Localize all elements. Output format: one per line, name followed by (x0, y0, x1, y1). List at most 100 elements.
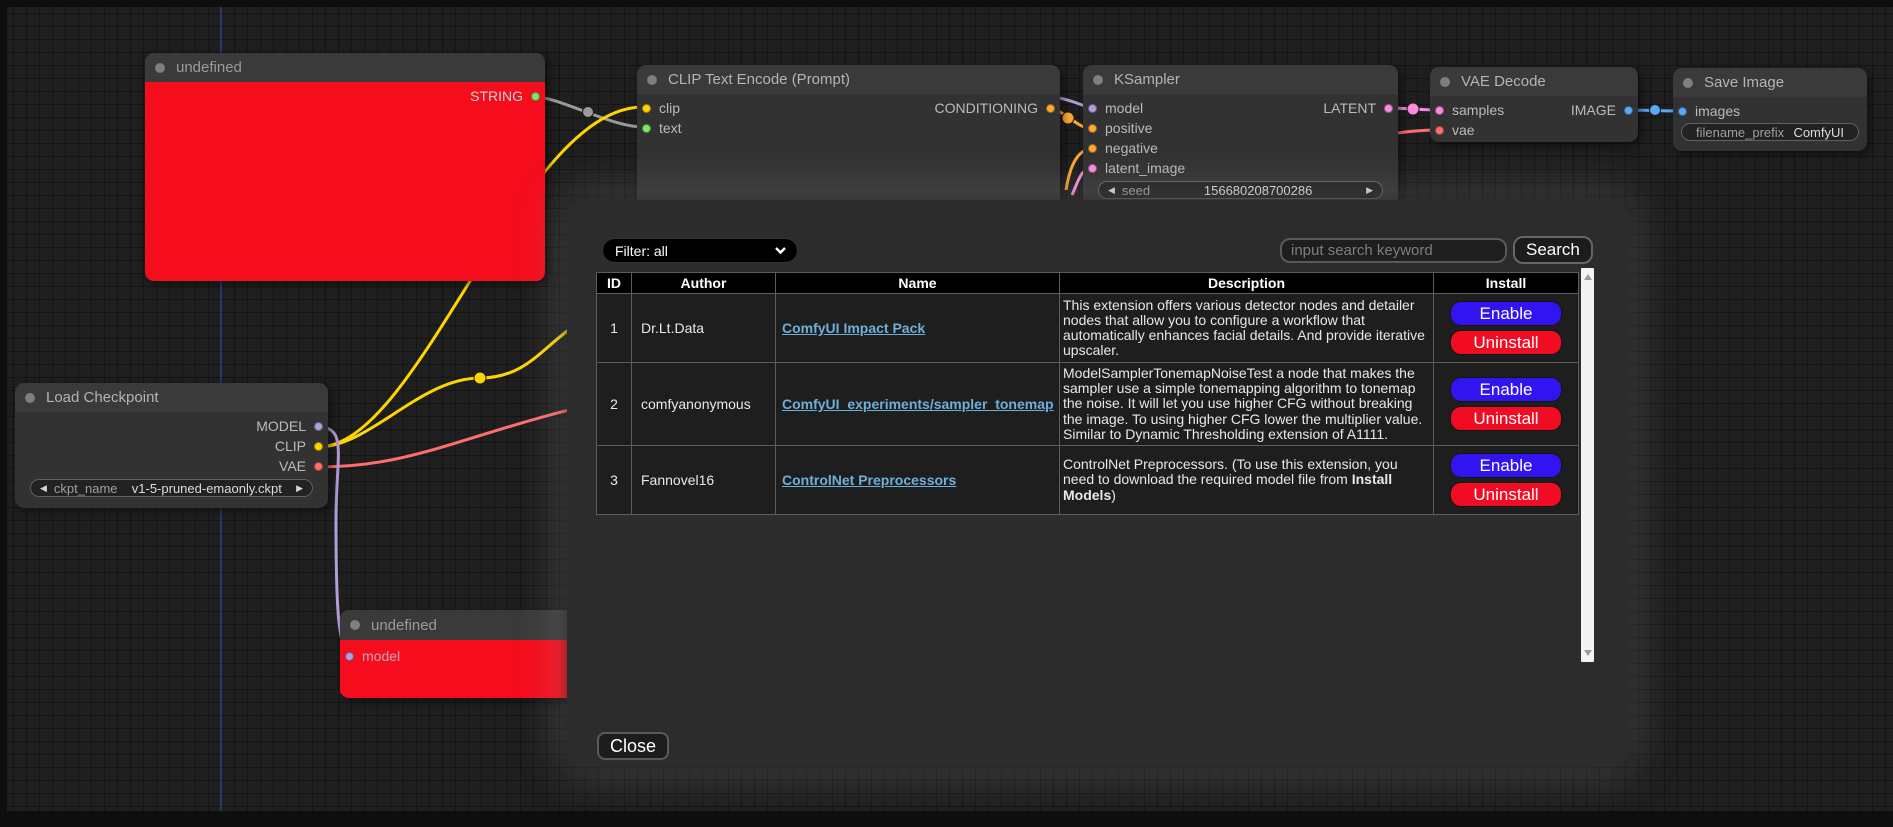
slot-label: negative (1105, 140, 1158, 156)
uninstall-button[interactable]: Uninstall (1450, 330, 1562, 355)
description-text: ModelSamplerTonemapNoiseTest a node that… (1063, 365, 1422, 442)
node-body: images filename_prefix ComfyUI (1673, 97, 1867, 151)
node-title: undefined (371, 617, 437, 634)
scroll-down-icon[interactable] (1584, 650, 1592, 656)
cell-description: ModelSamplerTonemapNoiseTest a node that… (1060, 363, 1434, 446)
node-undefined-top[interactable]: undefined STRING (145, 53, 545, 281)
cell-description: ControlNet Preprocessors. (To use this e… (1060, 446, 1434, 515)
column-header-id: ID (597, 273, 632, 294)
extension-link[interactable]: ControlNet Preprocessors (782, 472, 956, 488)
cell-author: Fannovel16 (632, 446, 776, 515)
decrement-arrow-icon[interactable]: ◀ (1108, 186, 1115, 195)
extensions-table-body: 1Dr.Lt.DataComfyUI Impact PackThis exten… (597, 294, 1579, 515)
collapse-dot-icon[interactable] (155, 63, 165, 73)
text-port-icon (642, 124, 651, 133)
table-row: 1Dr.Lt.DataComfyUI Impact PackThis exten… (597, 294, 1579, 363)
cell-id: 1 (597, 294, 632, 363)
filter-select[interactable]: Filter: all (602, 238, 798, 263)
custom-nodes-manager-dialog: Filter: all Search IDAuthorNameDescripti… (567, 200, 1628, 767)
ckpt-name-widget[interactable]: ◀ ckpt_name v1-5-pruned-emaonly.ckpt ▶ (30, 479, 313, 497)
cell-install: Enable Uninstall (1434, 446, 1579, 515)
collapse-dot-icon[interactable] (647, 75, 657, 85)
extension-link[interactable]: ComfyUI Impact Pack (782, 320, 925, 336)
column-header-name: Name (776, 273, 1060, 294)
table-scrollbar[interactable] (1581, 268, 1594, 662)
input-slot-model[interactable]: model (340, 646, 400, 666)
cell-description: This extension offers various detector n… (1060, 294, 1434, 363)
output-slot-model[interactable]: MODEL (256, 416, 328, 436)
output-slot-image[interactable]: IMAGE (1571, 100, 1638, 120)
collapse-dot-icon[interactable] (25, 393, 35, 403)
node-body: model (340, 640, 600, 698)
input-slot-negative[interactable]: negative (1083, 138, 1158, 158)
cell-name: ComfyUI Impact Pack (776, 294, 1060, 363)
node-vae-decode[interactable]: VAE Decode samples IMAGE vae (1430, 67, 1638, 142)
slot-label: clip (659, 100, 680, 116)
output-slot-conditioning[interactable]: CONDITIONING (935, 98, 1060, 118)
image-port-icon (1678, 107, 1687, 116)
input-slot-images[interactable]: images (1673, 101, 1740, 121)
input-slot-samples[interactable]: samples (1430, 100, 1504, 120)
comfyui-canvas[interactable]: undefined STRING CLIP Text Encode (Promp… (0, 0, 1893, 827)
collapse-dot-icon[interactable] (1683, 78, 1693, 88)
scroll-up-icon[interactable] (1584, 274, 1592, 280)
uninstall-button[interactable]: Uninstall (1450, 406, 1562, 431)
input-slot-vae[interactable]: vae (1430, 120, 1475, 140)
cell-name: ComfyUI_experiments/sampler_tonemap (776, 363, 1060, 446)
uninstall-button[interactable]: Uninstall (1450, 482, 1562, 507)
node-header: Save Image (1673, 68, 1867, 97)
increment-arrow-icon[interactable]: ▶ (296, 484, 303, 493)
output-slot-clip[interactable]: CLIP (275, 436, 328, 456)
cell-id: 3 (597, 446, 632, 515)
canvas-edge (0, 811, 1893, 827)
reroute-dot-blue[interactable] (1650, 105, 1661, 116)
seed-widget[interactable]: ◀ seed 156680208700286 ▶ (1098, 181, 1383, 199)
increment-arrow-icon[interactable]: ▶ (1366, 186, 1373, 195)
node-title: undefined (176, 59, 242, 76)
node-body: STRING (145, 82, 545, 281)
node-header: undefined (145, 53, 545, 82)
reroute-dot-orange[interactable] (1062, 112, 1074, 124)
input-slot-positive[interactable]: positive (1083, 118, 1152, 138)
input-slot-text[interactable]: text (637, 118, 682, 138)
latent-port-icon (1435, 106, 1444, 115)
widget-label: ckpt_name (54, 481, 118, 496)
widget-value: v1-5-pruned-emaonly.ckpt (118, 481, 297, 496)
collapse-dot-icon[interactable] (1440, 77, 1450, 87)
node-load-checkpoint[interactable]: Load Checkpoint MODEL CLIP VAE ◀ ckpt_na… (15, 383, 328, 508)
output-slot-latent[interactable]: LATENT (1323, 98, 1398, 118)
node-save-image[interactable]: Save Image images filename_prefix ComfyU… (1673, 68, 1867, 151)
collapse-dot-icon[interactable] (350, 620, 360, 630)
decrement-arrow-icon[interactable]: ◀ (40, 484, 47, 493)
description-text: ) (1111, 487, 1116, 503)
vae-port-icon (314, 462, 323, 471)
enable-button[interactable]: Enable (1450, 377, 1562, 402)
cell-author: comfyanonymous (632, 363, 776, 446)
enable-button[interactable]: Enable (1450, 301, 1562, 326)
slot-label: MODEL (256, 418, 306, 434)
node-body: MODEL CLIP VAE ◀ ckpt_name v1-5-pruned-e… (15, 412, 328, 508)
node-header: Load Checkpoint (15, 383, 328, 412)
search-input[interactable] (1280, 238, 1507, 263)
search-button[interactable]: Search (1513, 236, 1593, 264)
filename-prefix-widget[interactable]: filename_prefix ComfyUI (1681, 123, 1859, 141)
close-button[interactable]: Close (597, 732, 669, 760)
slot-label: model (362, 648, 400, 664)
reroute-dot-yellow[interactable] (474, 372, 486, 384)
input-slot-model[interactable]: model (1083, 98, 1143, 118)
collapse-dot-icon[interactable] (1093, 75, 1103, 85)
table-header-row: IDAuthorNameDescriptionInstall (597, 273, 1579, 294)
extension-link[interactable]: ComfyUI_experiments/sampler_tonemap (782, 396, 1054, 412)
enable-button[interactable]: Enable (1450, 453, 1562, 478)
canvas-edge (0, 0, 7, 827)
input-slot-clip[interactable]: clip (637, 98, 680, 118)
vae-port-icon (1435, 126, 1444, 135)
output-slot-string[interactable]: STRING (470, 86, 545, 106)
reroute-dot-pink[interactable] (1407, 103, 1419, 115)
node-undefined-bottom[interactable]: undefined model (340, 610, 600, 698)
reroute-dot-gray[interactable] (583, 107, 594, 118)
extensions-table: IDAuthorNameDescriptionInstall 1Dr.Lt.Da… (596, 272, 1578, 515)
node-title: KSampler (1114, 71, 1180, 88)
input-slot-latent-image[interactable]: latent_image (1083, 158, 1185, 178)
output-slot-vae[interactable]: VAE (279, 456, 328, 476)
